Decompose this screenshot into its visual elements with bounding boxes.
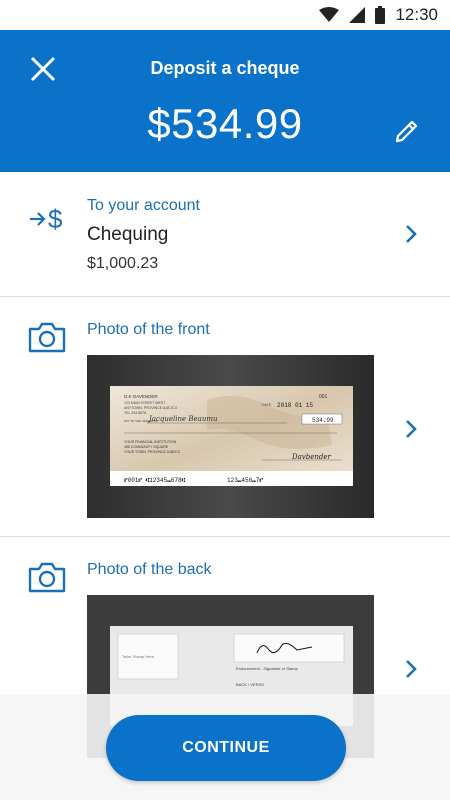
cheque-amount: 534.99 [312, 417, 334, 424]
cheque-signature: Davbender [291, 453, 331, 461]
status-time: 12:30 [395, 5, 438, 24]
cheque-date-label: DATE [262, 403, 272, 407]
camera-icon [28, 562, 66, 593]
cheque-micr1: ⑈001⑈ ⑆12345⑉678⑆ [124, 477, 186, 484]
account-row[interactable]: $ To your account Chequing $1,000.23 [0, 172, 450, 297]
verso-label: BACK / VERSO [236, 682, 264, 687]
teller-stamp-note: Teller Stamp Here [122, 654, 155, 659]
continue-button[interactable]: CONTINUE [106, 715, 346, 781]
cheque-bank3: YOUR TOWN, PROVINCE A1B2C3 [124, 450, 180, 454]
account-name: Chequing [87, 224, 169, 245]
chevron-right-icon[interactable] [404, 658, 418, 680]
cheque-date: 2018 01 15 [277, 402, 313, 409]
chevron-right-icon[interactable] [404, 418, 418, 440]
front-cheque-image: D.K GAVENDER 123 MAIN STREET WEST ANYTOW… [87, 355, 374, 518]
front-photo-row[interactable]: Photo of the front D.K GAVENDER 123 MAIN… [0, 297, 450, 537]
page-title: Deposit a cheque [150, 58, 300, 78]
cheque-address1: 123 MAIN STREET WEST [124, 401, 166, 405]
battery-icon [375, 6, 386, 24]
chevron-right-icon[interactable] [404, 223, 418, 245]
cheque-address2: ANYTOWN, PROVINCE A1B 2C4 [124, 406, 177, 410]
edit-pencil-icon[interactable] [394, 118, 420, 144]
front-photo-label: Photo of the front [87, 321, 210, 338]
deposit-amount: $534.99 [147, 100, 303, 147]
cheque-payee: Jacqueline Beaumu [147, 415, 218, 423]
transfer-dollar-icon: $ [30, 204, 63, 234]
account-balance: $1,000.23 [87, 255, 159, 272]
svg-text:$: $ [48, 204, 63, 234]
camera-icon [28, 322, 66, 353]
wifi-icon [319, 7, 340, 22]
cheque-number: 001 [319, 394, 328, 400]
cheque-bank2: 456 COMMUNITY SQUARE [124, 445, 169, 449]
front-cheque-photo[interactable]: D.K GAVENDER 123 MAIN STREET WEST ANYTOW… [87, 355, 374, 518]
back-photo-label: Photo of the back [87, 561, 212, 578]
signal-icon [349, 7, 366, 23]
status-bar: 12:30 [0, 0, 450, 30]
cheque-owner: D.K GAVENDER [124, 394, 158, 399]
endorsement-label: Endorsement - Signature or Stamp [236, 666, 299, 671]
cheque-bank1: YOUR FINANCIAL INSTITUTION [124, 440, 177, 444]
account-label: To your account [87, 197, 200, 214]
cheque-phone: TEL 234-5678 [124, 411, 146, 415]
cheque-micr2: 123⑉456⑉7⑈ [227, 477, 263, 484]
deposit-header: Deposit a cheque $534.99 [0, 30, 450, 172]
